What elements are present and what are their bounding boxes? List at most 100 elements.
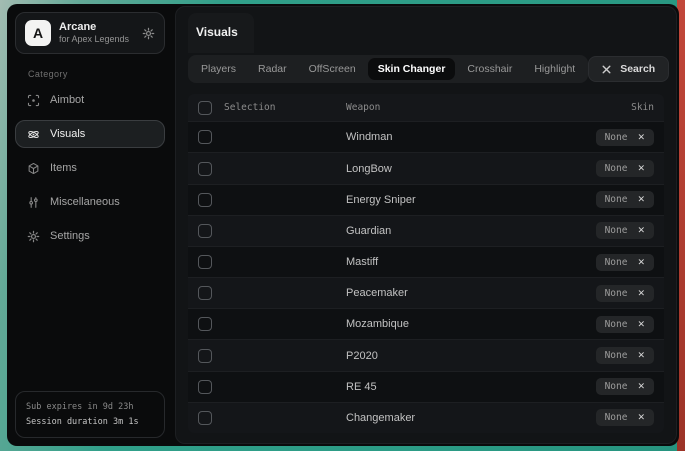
row-checkbox[interactable] <box>198 380 212 394</box>
skin-chip[interactable]: None ✕ <box>596 378 654 395</box>
app-logo: A <box>25 20 51 46</box>
weapon-name: Mozambique <box>346 318 558 330</box>
row-checkbox[interactable] <box>198 317 212 331</box>
close-icon[interactable]: ✕ <box>637 133 645 142</box>
row-checkbox[interactable] <box>198 286 212 300</box>
table-row[interactable]: Guardian None ✕ <box>188 215 664 246</box>
skin-chip[interactable]: None ✕ <box>596 129 654 146</box>
row-checkbox[interactable] <box>198 130 212 144</box>
skin-value: None <box>605 163 628 174</box>
search-icon <box>602 65 611 74</box>
gear-icon[interactable] <box>142 27 155 40</box>
row-checkbox[interactable] <box>198 255 212 269</box>
skin-chip[interactable]: None ✕ <box>596 160 654 177</box>
category-label: Category <box>28 69 165 79</box>
table-row[interactable]: Changemaker None ✕ <box>188 402 664 433</box>
tab-bar: Players Radar OffScreen Skin Changer Cro… <box>188 55 588 83</box>
app-title: Arcane <box>59 21 129 35</box>
skin-value: None <box>605 381 628 392</box>
weapon-name: Changemaker <box>346 412 558 424</box>
sidebar-item-label: Items <box>50 162 77 174</box>
sliders-icon <box>27 196 40 209</box>
tab-radar[interactable]: Radar <box>248 58 297 80</box>
skin-chip[interactable]: None ✕ <box>596 191 654 208</box>
sidebar-item-label: Visuals <box>50 128 85 140</box>
weapon-name: LongBow <box>346 163 558 175</box>
weapon-name: P2020 <box>346 350 558 362</box>
skin-chip[interactable]: None ✕ <box>596 409 654 426</box>
close-icon[interactable]: ✕ <box>637 195 645 204</box>
brand-card: A Arcane for Apex Legends <box>15 12 165 54</box>
sidebar-item-visuals[interactable]: Visuals <box>15 120 165 148</box>
gear-icon <box>27 230 40 243</box>
close-icon[interactable]: ✕ <box>637 164 645 173</box>
row-checkbox[interactable] <box>198 193 212 207</box>
sidebar-item-label: Aimbot <box>50 94 84 106</box>
table-row[interactable]: Peacemaker None ✕ <box>188 277 664 308</box>
sidebar-item-settings[interactable]: Settings <box>15 222 165 250</box>
crosshair-icon <box>27 94 40 107</box>
package-icon <box>27 162 40 175</box>
subscription-info-card: Sub expires in 9d 23h Session duration 3… <box>15 391 165 438</box>
tab-players[interactable]: Players <box>191 58 246 80</box>
table-row[interactable]: Mastiff None ✕ <box>188 246 664 277</box>
sidebar-item-label: Settings <box>50 230 90 242</box>
column-header-selection: Selection <box>224 102 275 113</box>
tab-offscreen[interactable]: OffScreen <box>299 58 366 80</box>
skin-value: None <box>605 412 628 423</box>
session-duration-text: Session duration 3m 1s <box>26 415 154 429</box>
tab-skin-changer[interactable]: Skin Changer <box>368 58 456 80</box>
main-panel: Visuals Players Radar OffScreen Skin Cha… <box>175 6 677 444</box>
skin-value: None <box>605 132 628 143</box>
close-icon[interactable]: ✕ <box>637 351 645 360</box>
skin-chip[interactable]: None ✕ <box>596 285 654 302</box>
weapon-name: RE 45 <box>346 381 558 393</box>
sub-expires-text: Sub expires in 9d 23h <box>26 400 154 414</box>
sidebar-item-label: Miscellaneous <box>50 196 120 208</box>
close-icon[interactable]: ✕ <box>637 258 645 267</box>
controls-row: Players Radar OffScreen Skin Changer Cro… <box>188 55 664 83</box>
close-icon[interactable]: ✕ <box>637 289 645 298</box>
table-row[interactable]: Mozambique None ✕ <box>188 308 664 339</box>
close-icon[interactable]: ✕ <box>637 320 645 329</box>
app-window: A Arcane for Apex Legends Category <box>7 4 679 446</box>
weapon-name: Mastiff <box>346 256 558 268</box>
row-checkbox[interactable] <box>198 162 212 176</box>
close-icon[interactable]: ✕ <box>637 413 645 422</box>
sidebar-item-items[interactable]: Items <box>15 154 165 182</box>
page-title: Visuals <box>196 25 238 39</box>
skin-value: None <box>605 350 628 361</box>
tab-highlight[interactable]: Highlight <box>524 58 585 80</box>
weapon-name: Guardian <box>346 225 558 237</box>
skin-chip[interactable]: None ✕ <box>596 316 654 333</box>
table-row[interactable]: Windman None ✕ <box>188 121 664 152</box>
skin-value: None <box>605 194 628 205</box>
page-title-tab: Visuals <box>188 13 254 53</box>
skin-chip[interactable]: None ✕ <box>596 254 654 271</box>
skin-value: None <box>605 257 628 268</box>
sidebar-item-miscellaneous[interactable]: Miscellaneous <box>15 188 165 216</box>
row-checkbox[interactable] <box>198 349 212 363</box>
search-button[interactable]: Search <box>588 56 669 82</box>
row-checkbox[interactable] <box>198 224 212 238</box>
skin-changer-table: Selection Weapon Skin Windman None ✕ Lon… <box>188 94 664 433</box>
table-row[interactable]: P2020 None ✕ <box>188 339 664 370</box>
skin-chip[interactable]: None ✕ <box>596 347 654 364</box>
table-row[interactable]: Energy Sniper None ✕ <box>188 184 664 215</box>
skin-value: None <box>605 225 628 236</box>
tab-crosshair[interactable]: Crosshair <box>457 58 522 80</box>
table-row[interactable]: RE 45 None ✕ <box>188 371 664 402</box>
sidebar-nav: Aimbot Visuals <box>15 83 165 253</box>
sidebar: A Arcane for Apex Legends Category <box>7 4 173 446</box>
sidebar-item-aimbot[interactable]: Aimbot <box>15 86 165 114</box>
weapon-name: Windman <box>346 131 558 143</box>
row-checkbox[interactable] <box>198 411 212 425</box>
search-button-label: Search <box>620 63 655 75</box>
close-icon[interactable]: ✕ <box>637 382 645 391</box>
table-header-row: Selection Weapon Skin <box>188 94 664 121</box>
table-row[interactable]: LongBow None ✕ <box>188 152 664 183</box>
skin-value: None <box>605 288 628 299</box>
skin-chip[interactable]: None ✕ <box>596 222 654 239</box>
close-icon[interactable]: ✕ <box>637 226 645 235</box>
select-all-checkbox[interactable] <box>198 101 212 115</box>
